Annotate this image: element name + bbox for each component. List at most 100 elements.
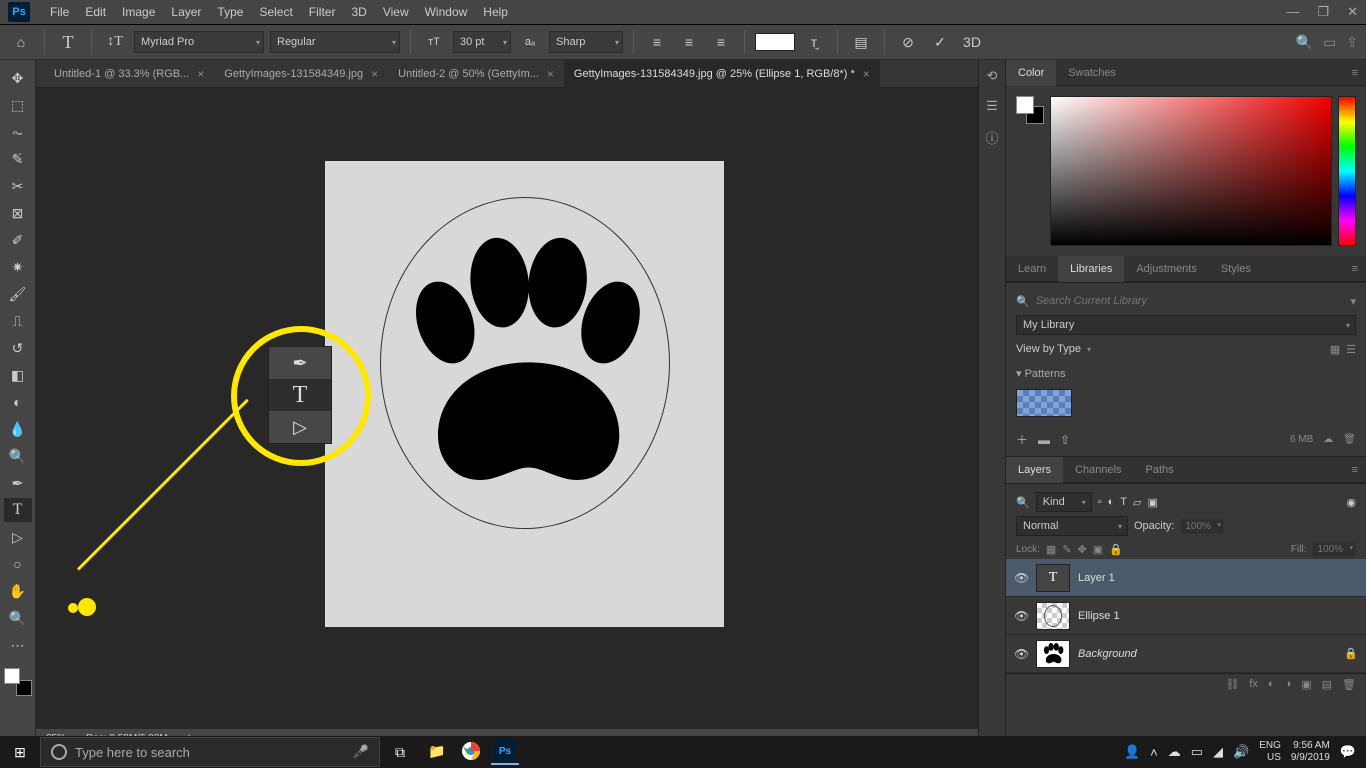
properties-panel-icon[interactable]: ☰	[986, 98, 998, 114]
close-tab-icon[interactable]: ×	[197, 67, 204, 81]
cloud-icon[interactable]: ☁	[1323, 434, 1333, 445]
upload-icon[interactable]: ⇧	[1060, 433, 1070, 447]
layer-name[interactable]: Layer 1	[1078, 572, 1115, 584]
start-button[interactable]: ⊞	[0, 736, 40, 768]
visibility-icon[interactable]: 👁	[1014, 609, 1028, 623]
move-tool[interactable]: ✥	[4, 66, 32, 90]
eyedropper-tool[interactable]: ✐	[4, 228, 32, 252]
font-size-dropdown[interactable]: 30 pt	[453, 31, 511, 53]
channels-tab[interactable]: Channels	[1063, 457, 1133, 483]
group-icon[interactable]: ▣	[1301, 678, 1311, 691]
battery-icon[interactable]: ▭	[1191, 744, 1203, 760]
canvas[interactable]	[325, 161, 724, 627]
stamp-tool[interactable]: ⎍	[4, 309, 32, 333]
new-layer-icon[interactable]: ▤	[1322, 678, 1332, 691]
panel-menu-icon[interactable]: ≡	[1344, 464, 1366, 476]
layer-thumbnail[interactable]	[1036, 602, 1070, 630]
swatches-tab[interactable]: Swatches	[1056, 60, 1128, 86]
history-brush-tool[interactable]: ↺	[4, 336, 32, 360]
layer-name[interactable]: Background	[1078, 648, 1137, 660]
layers-tab[interactable]: Layers	[1006, 457, 1063, 483]
fx-icon[interactable]: fx	[1249, 678, 1258, 691]
file-explorer-icon[interactable]: 📁	[423, 739, 451, 765]
trash-icon[interactable]: 🗑	[1343, 434, 1356, 445]
libraries-tab[interactable]: Libraries	[1058, 256, 1124, 282]
layer-filter-dropdown[interactable]: Kind	[1036, 492, 1092, 512]
photoshop-taskbar-icon[interactable]: Ps	[491, 739, 519, 765]
panel-menu-icon[interactable]: ≡	[1344, 67, 1366, 79]
align-center-icon[interactable]: ≡	[676, 29, 702, 55]
document-tab[interactable]: Untitled-2 @ 50% (GettyIm...×	[388, 60, 564, 88]
patterns-section[interactable]: ▾ Patterns	[1016, 367, 1066, 380]
pattern-swatch[interactable]	[1016, 389, 1072, 417]
lock-pixels-icon[interactable]: ✎	[1062, 543, 1071, 556]
menu-filter[interactable]: Filter	[301, 5, 344, 19]
add-icon[interactable]: ＋	[1016, 431, 1028, 448]
layer-row[interactable]: 👁 Background 🔒	[1006, 635, 1366, 673]
align-right-icon[interactable]: ≡	[708, 29, 734, 55]
gradient-tool[interactable]: ◐	[4, 390, 32, 414]
canvas-area[interactable]: ✒ T ▷	[36, 88, 978, 728]
volume-icon[interactable]: 🔊	[1233, 744, 1249, 760]
filter-type-icon[interactable]: T	[1120, 496, 1127, 508]
link-layers-icon[interactable]: ⛓	[1225, 678, 1239, 691]
visibility-icon[interactable]: 👁	[1014, 647, 1028, 661]
hand-tool[interactable]: ✋	[4, 579, 32, 603]
notifications-icon[interactable]: 💬	[1340, 744, 1356, 760]
filter-adjust-icon[interactable]: ◐	[1108, 496, 1115, 508]
healing-tool[interactable]: ✷	[4, 255, 32, 279]
more-tools-icon[interactable]: ⋯	[4, 633, 32, 657]
menu-help[interactable]: Help	[475, 5, 516, 19]
layer-thumbnail[interactable]	[1036, 640, 1070, 668]
menu-file[interactable]: File	[42, 5, 77, 19]
pen-tool[interactable]: ✒	[4, 471, 32, 495]
adjustment-layer-icon[interactable]: ◑	[1285, 678, 1292, 691]
people-icon[interactable]: 👤	[1124, 744, 1140, 760]
color-tab[interactable]: Color	[1006, 60, 1056, 86]
viewby-label[interactable]: View by Type	[1016, 343, 1081, 355]
align-left-icon[interactable]: ≡	[644, 29, 670, 55]
grid-view-icon[interactable]: ▦	[1330, 343, 1340, 356]
onedrive-icon[interactable]: ☁	[1168, 744, 1181, 760]
zoom-tool[interactable]: 🔍	[4, 606, 32, 630]
antialias-dropdown[interactable]: Sharp	[549, 31, 623, 53]
adjustments-tab[interactable]: Adjustments	[1124, 256, 1209, 282]
opacity-input[interactable]: 100%	[1180, 519, 1224, 534]
text-color-swatch[interactable]	[755, 33, 795, 51]
filter-toggle[interactable]: ◉	[1346, 496, 1356, 509]
list-view-icon[interactable]: ☰	[1346, 343, 1356, 356]
filter-pixels-icon[interactable]: ▫	[1098, 496, 1102, 508]
blur-tool[interactable]: 💧	[4, 417, 32, 441]
document-tab[interactable]: GettyImages-131584349.jpg @ 25% (Ellipse…	[564, 60, 880, 88]
info-panel-icon[interactable]: ⓘ	[985, 128, 998, 147]
3d-icon[interactable]: 3D	[959, 29, 985, 55]
learn-tab[interactable]: Learn	[1006, 256, 1058, 282]
lock-artboard-icon[interactable]: ▣	[1093, 543, 1103, 556]
layer-row[interactable]: 👁 T Layer 1	[1006, 559, 1366, 597]
task-view-icon[interactable]: ⧉	[380, 736, 420, 768]
warp-text-icon[interactable]: ᴛ̮	[801, 29, 827, 55]
library-search-input[interactable]	[1036, 295, 1345, 307]
history-panel-icon[interactable]: ⟲	[987, 68, 998, 84]
filter-smart-icon[interactable]: ▣	[1147, 496, 1157, 509]
mask-icon[interactable]: ◐	[1268, 678, 1275, 691]
commit-icon[interactable]: ✓	[927, 29, 953, 55]
clock[interactable]: 9:56 AM9/9/2019	[1291, 740, 1330, 764]
lock-all-icon[interactable]: 🔒	[1109, 543, 1123, 556]
frame-tool[interactable]: ⊠	[4, 201, 32, 225]
orientation-icon[interactable]: ↕T	[102, 29, 128, 55]
character-panel-icon[interactable]: ▤	[848, 29, 874, 55]
shape-tool[interactable]: ○	[4, 552, 32, 576]
dodge-tool[interactable]: 🔍	[4, 444, 32, 468]
lasso-tool[interactable]: ⏦	[4, 120, 32, 144]
type-tool[interactable]: T	[4, 498, 32, 522]
paths-tab[interactable]: Paths	[1134, 457, 1186, 483]
window-close-icon[interactable]: ✕	[1347, 4, 1358, 20]
window-minimize-icon[interactable]: —	[1286, 4, 1299, 20]
delete-layer-icon[interactable]: 🗑	[1342, 678, 1356, 691]
tray-up-icon[interactable]: ˄	[1150, 745, 1158, 760]
lock-pos-icon[interactable]: ✥	[1078, 543, 1087, 556]
close-tab-icon[interactable]: ×	[371, 67, 378, 81]
fill-input[interactable]: 100%	[1312, 542, 1356, 557]
font-weight-dropdown[interactable]: Regular	[270, 31, 400, 53]
